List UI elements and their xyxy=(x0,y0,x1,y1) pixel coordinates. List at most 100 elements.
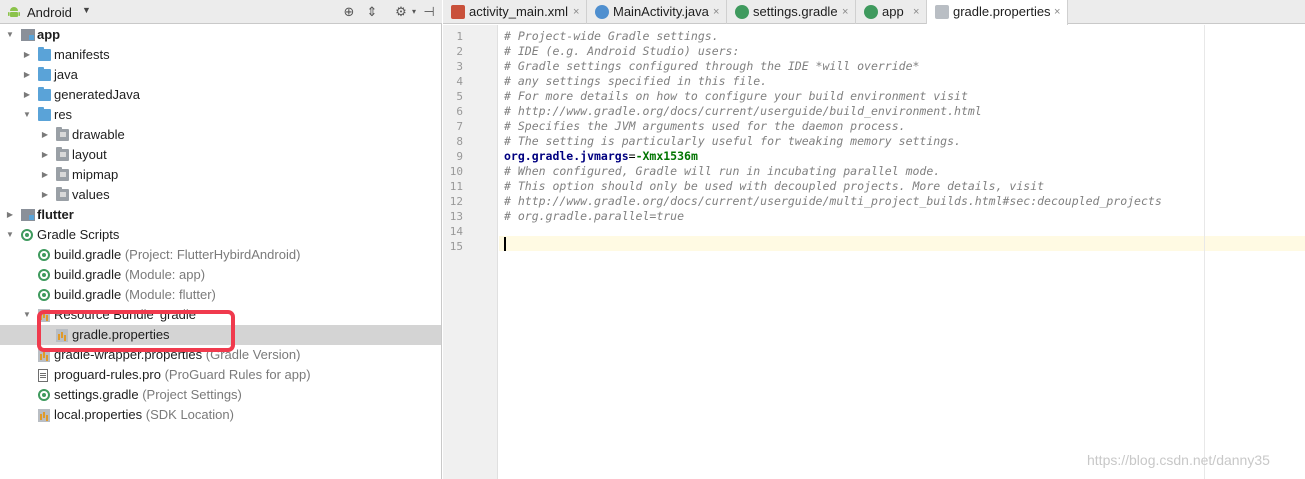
code-text: # When configured, Gradle will run in in… xyxy=(504,164,941,178)
tree-item[interactable]: gradle-wrapper.properties (Gradle Versio… xyxy=(0,345,441,365)
collapsed-arrow-icon[interactable]: ▶ xyxy=(40,125,50,145)
tree-item-label: generatedJava xyxy=(54,87,141,102)
editor-tab[interactable]: app × xyxy=(856,0,927,24)
code-line: # Gradle settings configured through the… xyxy=(504,59,919,74)
folder-icon xyxy=(56,127,69,141)
tree-item[interactable]: ▶ generatedJava xyxy=(0,85,441,105)
code-editor[interactable]: # Project-wide Gradle settings. # IDE (e.… xyxy=(499,25,1305,479)
expanded-arrow-icon[interactable]: ▼ xyxy=(5,225,15,245)
code-text: # any settings specified in this file. xyxy=(504,74,768,88)
expanded-arrow-icon[interactable]: ▼ xyxy=(5,25,15,45)
collapsed-arrow-icon[interactable]: ▶ xyxy=(22,45,32,65)
bundle-icon xyxy=(38,309,50,322)
close-icon[interactable]: × xyxy=(1054,0,1060,24)
line-number: 4 xyxy=(456,75,463,88)
editor-tab[interactable]: settings.gradle × xyxy=(727,0,856,24)
tree-item[interactable]: local.properties (SDK Location) xyxy=(0,405,441,425)
properties-icon xyxy=(38,409,50,422)
tree-item[interactable]: ▼ res xyxy=(0,105,441,125)
close-icon[interactable]: × xyxy=(573,0,579,24)
line-number: 11 xyxy=(449,180,463,193)
collapsed-arrow-icon[interactable]: ▶ xyxy=(22,65,32,85)
line-number-gutter: 1 2 3 4 5 6 7 8 9 10 11 12 13 14 15 xyxy=(443,25,498,479)
tree-item-label: build.gradle (Module: flutter) xyxy=(54,287,216,302)
tree-item-label: drawable xyxy=(72,127,125,142)
line-number: 10 xyxy=(449,165,463,178)
tree-item-hint: (Project Settings) xyxy=(142,387,242,402)
properties-icon xyxy=(56,329,68,342)
tree-item-hint: (Project: FlutterHybirdAndroid) xyxy=(124,247,301,262)
chevron-down-icon[interactable]: ▼ xyxy=(82,5,91,15)
res-folder-icon xyxy=(38,107,51,121)
tree-item-label: gradle.properties xyxy=(72,327,170,342)
editor-tab[interactable]: activity_main.xml × xyxy=(443,0,587,24)
line-number: 14 xyxy=(449,225,463,238)
tree-item[interactable]: proguard-rules.pro (ProGuard Rules for a… xyxy=(0,365,441,385)
code-text: # org.gradle.parallel=true xyxy=(504,209,685,223)
tree-item[interactable]: ▼ app xyxy=(0,25,441,45)
tree-item[interactable]: ▼ Gradle Scripts xyxy=(0,225,441,245)
editor-tab[interactable]: MainActivity.java × xyxy=(587,0,727,24)
expanded-arrow-icon[interactable]: ▼ xyxy=(22,105,32,125)
current-line-highlight xyxy=(499,236,1305,251)
tree-item[interactable]: build.gradle (Project: FlutterHybirdAndr… xyxy=(0,245,441,265)
tab-label: settings.gradle xyxy=(753,4,838,19)
collapsed-arrow-icon[interactable]: ▶ xyxy=(22,85,32,105)
tree-item[interactable]: ▶ values xyxy=(0,185,441,205)
collapsed-arrow-icon[interactable]: ▶ xyxy=(5,205,15,225)
tree-item-hint: (Gradle Version) xyxy=(205,347,301,362)
close-icon[interactable]: × xyxy=(713,0,719,24)
project-tree: ▼ app ▶ manifests ▶ java ▶ generatedJava ▼ res ▶ dr… xyxy=(0,25,441,425)
module-icon xyxy=(21,209,35,221)
project-panel-toolbar: Android ▼ ⊕ ⇕ ⚙ ▾ ⊣ xyxy=(0,0,442,24)
file-icon xyxy=(38,369,48,382)
tree-item[interactable]: ▼ Resource Bundle 'gradle' xyxy=(0,305,441,325)
tree-item-hint: (Module: app) xyxy=(124,267,206,282)
code-text: # For more details on how to configure y… xyxy=(504,89,968,103)
module-icon xyxy=(21,29,35,41)
locate-icon[interactable]: ⊕ xyxy=(341,4,357,20)
code-line: # org.gradle.parallel=true xyxy=(504,209,684,224)
project-view-selector[interactable]: Android xyxy=(27,5,72,20)
collapse-all-icon[interactable]: ⇕ xyxy=(364,4,380,20)
tab-label: MainActivity.java xyxy=(613,4,709,19)
close-icon[interactable]: × xyxy=(842,0,848,24)
line-number: 12 xyxy=(449,195,463,208)
tree-item[interactable]: settings.gradle (Project Settings) xyxy=(0,385,441,405)
tree-item[interactable]: gradle.properties xyxy=(0,325,441,345)
collapsed-arrow-icon[interactable]: ▶ xyxy=(40,145,50,165)
tree-item[interactable]: ▶ manifests xyxy=(0,45,441,65)
tree-item[interactable]: build.gradle (Module: app) xyxy=(0,265,441,285)
project-panel: Android ▼ ⊕ ⇕ ⚙ ▾ ⊣ ▼ app ▶ manifests ▶ java ▶… xyxy=(0,0,442,479)
tree-item[interactable]: ▶ layout xyxy=(0,145,441,165)
properties-icon xyxy=(935,5,949,19)
close-icon[interactable]: × xyxy=(913,0,919,24)
code-line-property: org.gradle.jvmargs=-Xmx1536m xyxy=(504,149,698,164)
code-text: # Project-wide Gradle settings. xyxy=(504,29,719,43)
tree-item-label: gradle-wrapper.properties (Gradle Versio… xyxy=(54,347,301,362)
editor-tab[interactable]: gradle.properties × xyxy=(927,0,1068,25)
tree-item-label: flutter xyxy=(37,207,74,222)
tree-item[interactable]: build.gradle (Module: flutter) xyxy=(0,285,441,305)
tree-item-hint: (ProGuard Rules for app) xyxy=(164,367,311,382)
gear-dropdown-icon[interactable]: ▾ xyxy=(406,4,422,20)
gradle-icon xyxy=(38,289,50,301)
gradle-icon xyxy=(38,269,50,281)
tree-item-label: settings.gradle (Project Settings) xyxy=(54,387,242,402)
collapsed-arrow-icon[interactable]: ▶ xyxy=(40,165,50,185)
folder-icon xyxy=(56,167,69,181)
line-number: 2 xyxy=(456,45,463,58)
tree-item[interactable]: ▶ mipmap xyxy=(0,165,441,185)
code-line: # any settings specified in this file. xyxy=(504,74,767,89)
tree-item-label: res xyxy=(54,107,73,122)
code-text: # http://www.gradle.org/docs/current/use… xyxy=(504,194,1162,208)
expanded-arrow-icon[interactable]: ▼ xyxy=(22,305,32,325)
tree-item[interactable]: ▶ java xyxy=(0,65,441,85)
tree-item[interactable]: ▶ flutter xyxy=(0,205,441,225)
hide-panel-icon[interactable]: ⊣ xyxy=(421,4,437,20)
tree-item-label: manifests xyxy=(54,47,110,62)
tree-item[interactable]: ▶ drawable xyxy=(0,125,441,145)
collapsed-arrow-icon[interactable]: ▶ xyxy=(40,185,50,205)
code-text: # The setting is particularly useful for… xyxy=(504,134,961,148)
line-number: 1 xyxy=(456,30,463,43)
